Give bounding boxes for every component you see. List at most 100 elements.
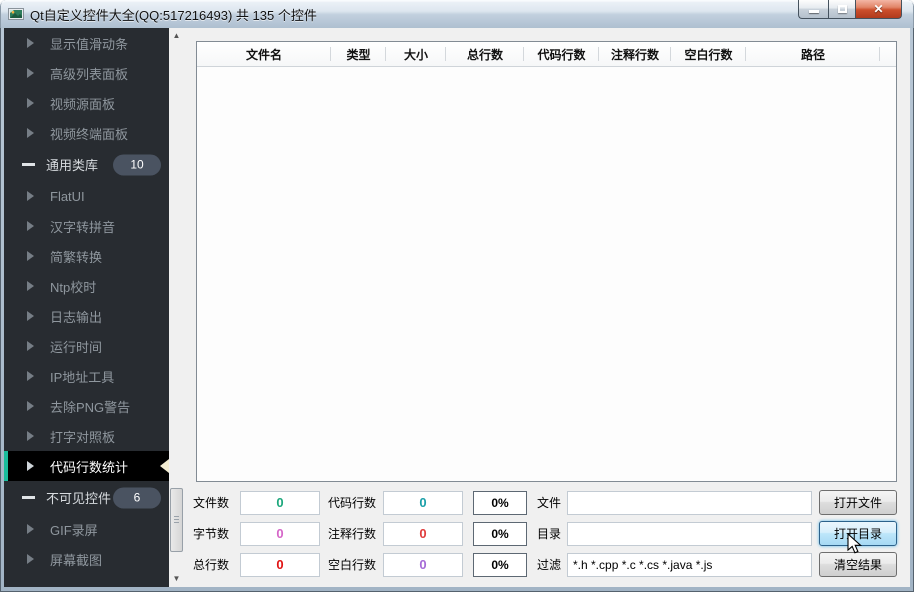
column-header[interactable]: 路径 [746, 42, 880, 66]
window-picture-icon [8, 8, 24, 20]
expand-arrow-icon [27, 191, 34, 201]
sidebar-item-label: 视频终端面板 [50, 126, 129, 142]
sidebar-item[interactable]: 视频源面板 [4, 88, 169, 118]
stat-label: 字节数 [193, 527, 230, 541]
column-header[interactable]: 文件名 [197, 42, 331, 66]
window-controls: ✕ [798, 0, 902, 19]
maximize-icon [837, 5, 847, 13]
sidebar-menu: 显示值滑动条 高级列表面板 视频源面板视频终端面板通用类库 10 FlatUI 汉字转拼音… [4, 28, 169, 587]
expand-arrow-icon [27, 401, 34, 411]
sidebar-item[interactable]: 打字对照板 [4, 421, 169, 451]
column-header[interactable]: 代码行数 [524, 42, 599, 66]
stat-value-box: 0 [240, 521, 320, 546]
sidebar-item-label: 汉字转拼音 [50, 219, 116, 235]
sidebar-item-label: 高级列表面板 [50, 66, 129, 82]
column-header[interactable]: 总行数 [446, 42, 524, 66]
action-button[interactable]: 打开目录 [819, 521, 897, 546]
percent-box: 0% [473, 490, 527, 515]
sidebar-item[interactable]: 日志输出 [4, 301, 169, 331]
close-icon: ✕ [873, 2, 884, 16]
sidebar-item[interactable]: 不可见控件 6 [4, 481, 169, 514]
selected-marker-icon [160, 459, 169, 473]
sidebar-item[interactable]: 简繁转换 [4, 241, 169, 271]
title-bar[interactable]: Qt自定义控件大全(QQ:517216493) 共 135 个控件 ✕ [0, 0, 914, 28]
sidebar-item[interactable]: 代码行数统计 [4, 451, 169, 481]
scrollbar-thumb[interactable] [170, 488, 183, 552]
expand-arrow-icon [27, 128, 34, 138]
stat-value-box: 0 [240, 552, 320, 577]
field-label: 文件 [537, 496, 562, 510]
stat-label: 总行数 [193, 558, 230, 572]
table-body[interactable] [197, 68, 896, 481]
scroll-down-button[interactable]: ▼ [169, 571, 184, 587]
sidebar-item-label: 不可见控件 [46, 491, 112, 506]
expand-arrow-icon [27, 461, 34, 471]
sidebar-item-label: 代码行数统计 [50, 459, 129, 475]
sidebar-item-label: FlatUI [50, 188, 85, 204]
expand-arrow-icon [27, 431, 34, 441]
thumb-grip-icon [174, 516, 179, 525]
count-badge: 6 [113, 487, 161, 508]
minimize-button[interactable] [798, 0, 828, 19]
stats-row: 总行数 0 空白行数 0 0% 过滤 清空结果 [193, 552, 897, 577]
sidebar-item-label: 去除PNG警告 [50, 399, 131, 415]
sidebar-item-label: 运行时间 [50, 339, 103, 355]
sidebar-item[interactable]: FlatUI [4, 181, 169, 211]
stats-row: 字节数 0 注释行数 0 0% 目录 打开目录 [193, 521, 897, 546]
column-header[interactable]: 类型 [331, 42, 386, 66]
sidebar-item[interactable]: Ntp校时 [4, 271, 169, 301]
expand-arrow-icon [27, 341, 34, 351]
sidebar-item[interactable]: 通用类库 10 [4, 148, 169, 181]
stat-value-box: 0 [383, 552, 463, 577]
sidebar-item[interactable]: 运行时间 [4, 331, 169, 361]
sidebar-item-label: 简繁转换 [50, 249, 103, 265]
text-input[interactable] [567, 490, 812, 515]
percent-box: 0% [473, 552, 527, 577]
maximize-button[interactable] [828, 0, 856, 19]
stats-row: 文件数 0 代码行数 0 0% 文件 打开文件 [193, 490, 897, 515]
sidebar-item[interactable]: 视频终端面板 [4, 118, 169, 148]
count-badge: 10 [113, 154, 161, 175]
sidebar-item[interactable]: 屏幕截图 [4, 544, 169, 574]
minimize-icon [808, 9, 819, 13]
column-header[interactable]: 大小 [386, 42, 446, 66]
stat-label: 代码行数 [328, 496, 377, 510]
sidebar-item[interactable]: 去除PNG警告 [4, 391, 169, 421]
expand-arrow-icon [27, 221, 34, 231]
column-header[interactable]: 空白行数 [671, 42, 746, 66]
sidebar-item-label: 通用类库 [46, 158, 99, 173]
scroll-up-button[interactable]: ▲ [169, 28, 184, 44]
window-title: Qt自定义控件大全(QQ:517216493) 共 135 个控件 [30, 7, 317, 23]
text-input[interactable] [567, 521, 812, 546]
sidebar-item[interactable]: 高级列表面板 [4, 58, 169, 88]
scroll-up-icon: ▲ [172, 31, 181, 40]
sidebar-item[interactable]: 显示值滑动条 [4, 28, 169, 58]
column-header[interactable]: 注释行数 [599, 42, 671, 66]
field-label: 目录 [537, 527, 562, 541]
stat-label: 空白行数 [328, 558, 377, 572]
main-panel: 文件名 类型 大小 总行数 代码行数 注释行数 空白行数 路径 文件数 0 代码行数 0 0% 文件 打开… [184, 28, 910, 587]
stat-value-box: 0 [383, 490, 463, 515]
sidebar-item[interactable]: GIF录屏 [4, 514, 169, 544]
field-label: 过滤 [537, 558, 562, 572]
close-button[interactable]: ✕ [856, 0, 902, 19]
expand-arrow-icon [27, 554, 34, 564]
results-table: 文件名 类型 大小 总行数 代码行数 注释行数 空白行数 路径 [196, 41, 897, 482]
app-window: Qt自定义控件大全(QQ:517216493) 共 135 个控件 ✕ 显示值滑… [0, 0, 914, 592]
sidebar-item-label: 日志输出 [50, 309, 103, 325]
sidebar-item[interactable]: 汉字转拼音 [4, 211, 169, 241]
selected-accent-bar [4, 451, 8, 481]
expand-arrow-icon [27, 371, 34, 381]
stats-panel: 文件数 0 代码行数 0 0% 文件 打开文件 字节数 0 注释行数 0 0% 目录 打开目录 总行数 0 空白… [193, 484, 897, 577]
sidebar-scrollbar[interactable]: ▲ ▼ [169, 28, 184, 587]
sidebar-item-label: 视频源面板 [50, 96, 116, 112]
action-button[interactable]: 清空结果 [819, 552, 897, 577]
stat-label: 注释行数 [328, 527, 377, 541]
sidebar-item-label: 屏幕截图 [50, 552, 103, 568]
sidebar-item-label: 显示值滑动条 [50, 36, 129, 52]
text-input[interactable] [567, 552, 812, 577]
sidebar-item[interactable]: IP地址工具 [4, 361, 169, 391]
action-button[interactable]: 打开文件 [819, 490, 897, 515]
table-header-row: 文件名 类型 大小 总行数 代码行数 注释行数 空白行数 路径 [197, 42, 896, 67]
percent-box: 0% [473, 521, 527, 546]
